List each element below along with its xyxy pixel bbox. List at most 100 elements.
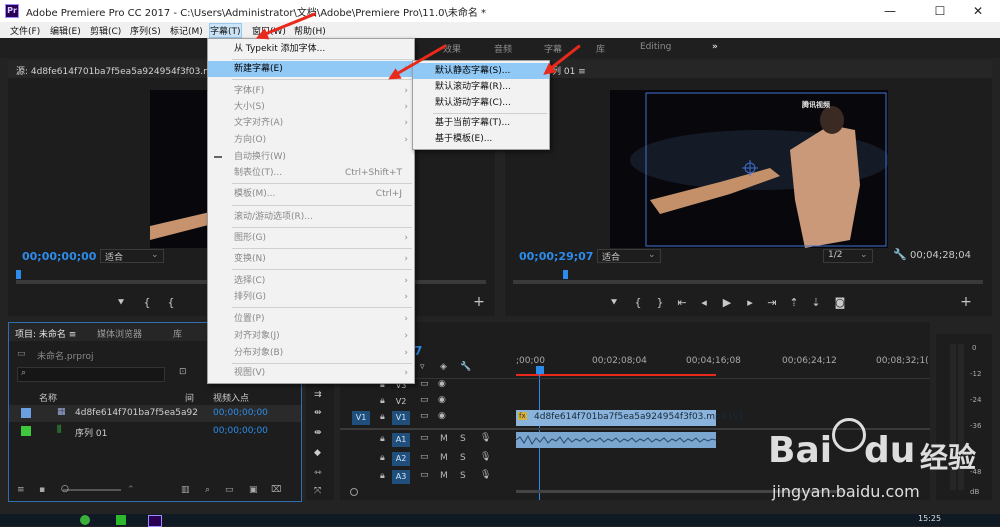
workspace-overflow-button[interactable]: » (712, 42, 718, 52)
sync-lock-icon[interactable]: ▭ (420, 411, 429, 421)
resolution-select[interactable]: 1/2 ⌄ (823, 249, 873, 263)
new-bin-icon[interactable]: ⊡ (179, 367, 187, 377)
audio-clip[interactable] (515, 432, 717, 448)
lock-icon[interactable]: 🔒︎ (380, 453, 385, 463)
program-scrub-bar[interactable] (513, 280, 983, 284)
microphone-icon[interactable]: 🎙︎ (480, 470, 491, 480)
menu-item-transform[interactable]: 变换(N) › (208, 251, 414, 267)
track-label-a1[interactable]: A1 (392, 433, 410, 447)
menu-item-font[interactable]: 字体(F) › (208, 83, 414, 99)
add-marker-button[interactable]: ⯆ (605, 296, 623, 310)
wrench-icon[interactable]: 🔧 (893, 248, 907, 261)
lift-icon[interactable]: ⇡ (785, 296, 803, 309)
sync-lock-icon[interactable]: ▭ (420, 379, 429, 389)
list-item[interactable]: ▦ 4d8fe614f701ba7f5ea5a92 00;00;00;00 (9, 405, 301, 422)
menu-item-word-wrap[interactable]: 自动换行(W) (208, 149, 414, 165)
trash-icon[interactable]: ⌧ (271, 485, 281, 495)
workspace-tab-effects[interactable]: 效果 (443, 42, 461, 55)
slide-icon[interactable]: ⤧ (314, 486, 321, 496)
new-bin-button[interactable]: ▭ (225, 485, 234, 495)
workspace-tab-audio[interactable]: 音频 (494, 42, 512, 55)
rate-stretch-icon[interactable]: ⇼ (314, 428, 322, 438)
menu-item-distribute-objects[interactable]: 分布对象(B) › (208, 345, 414, 361)
timeline-scroll-left[interactable] (350, 488, 358, 496)
source-playhead[interactable] (16, 270, 21, 279)
workspace-tab-library[interactable]: 库 (596, 42, 605, 55)
tab-media-browser[interactable]: 媒体浏览器 (97, 327, 142, 340)
minimize-button[interactable]: — (868, 0, 912, 22)
play-icon[interactable]: ▶ (718, 296, 736, 309)
menu-item-text-align[interactable]: 文字对齐(A) › (208, 115, 414, 131)
menu-caption[interactable]: 字幕(T) (209, 23, 242, 38)
menu-item-orientation[interactable]: 方向(O) › (208, 132, 414, 148)
video-clip[interactable]: fx 4d8fe614f701ba7f5ea5a924954f3f03.mp4 … (516, 410, 743, 426)
tab-library[interactable]: 库 (173, 327, 182, 340)
tab-project[interactable]: 项目: 未命名 ≡ (15, 327, 76, 340)
lock-icon[interactable]: 🔒︎ (380, 396, 385, 406)
sync-lock-icon[interactable]: ▭ (420, 433, 429, 443)
menu-item-position[interactable]: 位置(P) › (208, 311, 414, 327)
column-rate-header[interactable]: 间 (185, 391, 194, 404)
column-name-header[interactable]: 名称 (39, 391, 57, 404)
mark-out-button[interactable]: } (651, 296, 669, 309)
eye-icon[interactable]: ◉ (438, 411, 446, 421)
program-monitor-title[interactable]: 列 01 ≡ (552, 64, 586, 77)
menu-item-templates[interactable]: 模板(M)... Ctrl+J (208, 186, 414, 202)
slip-icon[interactable]: ⇿ (314, 468, 322, 478)
menu-item-size[interactable]: 大小(S) › (208, 99, 414, 115)
label-color-swatch[interactable] (21, 408, 31, 418)
list-item[interactable]: ⫼ 序列 01 00;00;00;00 (9, 423, 301, 440)
program-fit-select[interactable]: 适合 ⌄ (597, 249, 661, 263)
label-color-swatch[interactable] (21, 426, 31, 436)
menu-edit[interactable]: 编辑(E) (50, 24, 81, 37)
sync-lock-icon[interactable]: ▭ (420, 395, 429, 405)
browser-icon[interactable] (80, 515, 90, 525)
lock-icon[interactable]: 🔒︎ (380, 434, 385, 444)
lock-icon[interactable]: 🔒︎ (380, 471, 385, 481)
add-marker-button[interactable]: ⯆ (112, 296, 130, 310)
linked-selection-icon[interactable]: ◈ (440, 362, 447, 372)
sort-icon[interactable]: ⌃ (127, 485, 135, 495)
menu-item-based-on-current[interactable]: 基于当前字幕(T)... (413, 115, 549, 131)
column-in-header[interactable]: 视频入点 (213, 391, 249, 404)
step-back-icon[interactable]: ◂ (695, 296, 713, 309)
zoom-slider-handle[interactable]: ○ (61, 484, 69, 494)
mark-in-button[interactable]: { (629, 296, 647, 309)
go-to-in-icon[interactable]: ⇤ (673, 296, 691, 309)
solo-button[interactable]: S (460, 434, 466, 444)
source-monitor-title[interactable]: 源: 4d8fe614f701ba7f5ea5a924954f3f03.mp4 … (16, 64, 234, 77)
microphone-icon[interactable]: 🎙︎ (480, 452, 491, 462)
wrench-icon[interactable]: 🔧 (460, 362, 471, 372)
mute-button[interactable]: M (440, 471, 448, 481)
menu-clip[interactable]: 剪辑(C) (90, 24, 121, 37)
source-fit-select[interactable]: 适合 ⌄ (100, 249, 164, 263)
close-button[interactable]: ✕ (956, 0, 1000, 22)
solo-button[interactable]: S (460, 471, 466, 481)
menu-item-add-typekit-fonts[interactable]: 从 Typekit 添加字体... (208, 41, 414, 57)
workspace-tab-editing[interactable]: Editing (640, 42, 671, 52)
snap-icon[interactable]: ▿ (420, 362, 425, 372)
source-timecode[interactable]: 00;00;00;00 (22, 250, 96, 263)
work-area-bar[interactable] (516, 374, 716, 376)
eye-icon[interactable]: ◉ (438, 379, 446, 389)
microphone-icon[interactable]: 🎙︎ (480, 433, 491, 443)
lock-icon[interactable]: 🔒︎ (380, 412, 385, 422)
menu-file[interactable]: 文件(F) (10, 24, 40, 37)
timeline-playhead-handle[interactable] (536, 366, 544, 374)
program-timecode[interactable]: 00;00;29;07 (519, 250, 593, 263)
wechat-icon[interactable] (116, 515, 126, 525)
menu-marker[interactable]: 标记(M) (170, 24, 203, 37)
razor-icon[interactable]: ◆ (314, 448, 321, 458)
menu-item-graphics[interactable]: 图形(G) › (208, 230, 414, 246)
menu-item-align-objects[interactable]: 对齐对象(J) › (208, 328, 414, 344)
camera-icon[interactable]: ◙ (831, 296, 849, 309)
zoom-slider[interactable] (63, 489, 121, 491)
program-add-button[interactable]: + (957, 294, 975, 310)
eye-icon[interactable]: ◉ (438, 395, 446, 405)
solo-button[interactable]: S (460, 453, 466, 463)
mute-button[interactable]: M (440, 453, 448, 463)
menu-item-select[interactable]: 选择(C) › (208, 273, 414, 289)
icon-view-icon[interactable]: ▪ (39, 485, 45, 495)
menu-item-tab-stops[interactable]: 制表位(T)... Ctrl+Shift+T (208, 165, 414, 181)
extract-icon[interactable]: ⇣ (807, 296, 825, 309)
